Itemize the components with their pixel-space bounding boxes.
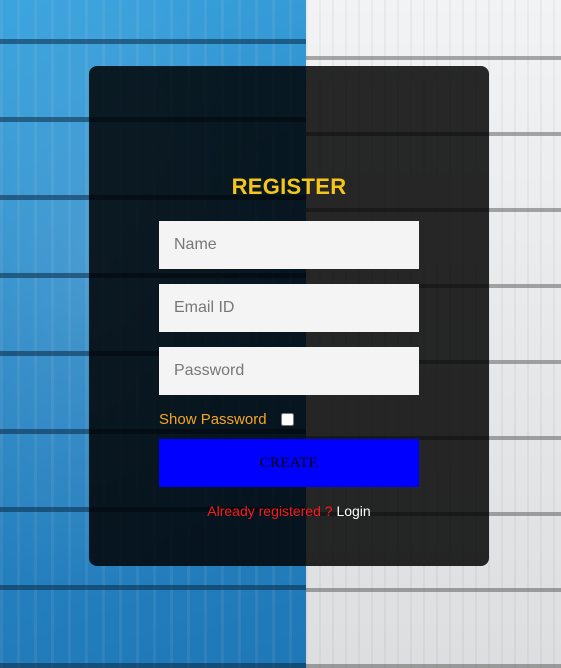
login-prompt: Already registered ? Login — [89, 503, 489, 519]
show-password-row: Show Password — [159, 409, 294, 429]
page-title: REGISTER — [231, 174, 347, 199]
name-input[interactable] — [159, 221, 419, 269]
already-registered-text: Already registered ? — [207, 503, 333, 519]
register-card: REGISTER Show Password CREATE Already re… — [89, 66, 489, 566]
show-password-label: Show Password — [159, 410, 267, 428]
password-input[interactable] — [159, 347, 419, 395]
login-link[interactable]: Login — [336, 503, 370, 519]
create-button[interactable]: CREATE — [159, 439, 419, 487]
show-password-checkbox[interactable] — [280, 412, 294, 426]
email-input[interactable] — [159, 284, 419, 332]
